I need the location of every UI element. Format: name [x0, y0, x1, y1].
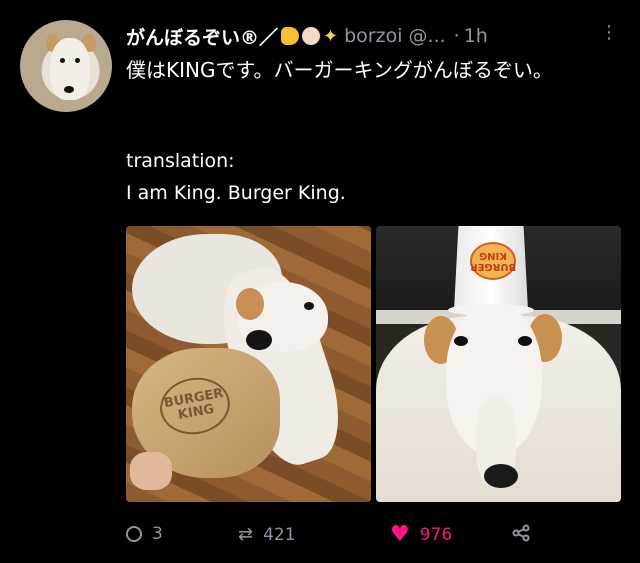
reply-count: 3 — [152, 524, 163, 544]
retweet-count: 421 — [263, 524, 296, 545]
retweet-icon: ⇄ — [238, 524, 254, 545]
like-button[interactable]: ♥ 976 — [390, 524, 452, 546]
more-icon[interactable]: ⋮ — [600, 22, 618, 43]
burger-king-logo: BURGER KING — [155, 372, 235, 440]
reply-button[interactable]: 3 — [126, 524, 163, 544]
tweet-image-left[interactable]: BURGER KING — [126, 226, 371, 502]
face-emoji — [302, 27, 321, 45]
avatar-nose — [64, 86, 74, 93]
sparkles-emoji: ✦ — [323, 25, 339, 47]
display-name[interactable]: がんぼるぞい® — [126, 23, 259, 50]
tweet-actions: 3 ⇄ 421 ♥ 976 — [126, 524, 624, 548]
paper-cup-brim — [448, 304, 534, 316]
avatar-eye — [75, 58, 80, 63]
burger-king-cup-logo: BURGER KING — [470, 242, 516, 280]
dog-nose — [246, 330, 272, 350]
timestamp[interactable]: 1h — [464, 25, 488, 47]
dog-eye — [454, 336, 468, 346]
dog-ear — [236, 288, 264, 320]
retweet-button[interactable]: ⇄ 421 — [238, 524, 296, 545]
heart-icon: ♥ — [390, 522, 410, 547]
tweet-image-right[interactable]: BURGER KING — [376, 226, 621, 502]
like-count: 976 — [419, 525, 453, 545]
share-icon — [512, 524, 530, 542]
reply-icon — [126, 526, 142, 542]
dog-nose — [484, 464, 518, 488]
translation-label: translation: — [126, 150, 235, 172]
dog-eye — [518, 336, 532, 346]
avatar[interactable] — [20, 20, 112, 112]
dog-eye — [304, 302, 314, 310]
share-button[interactable] — [512, 524, 540, 542]
translation-text: I am King. Burger King. — [126, 182, 346, 204]
separator-dot: · — [453, 25, 460, 47]
flexed-arm-emoji — [281, 27, 300, 45]
tweet-header: がんぼるぞい® ／ ✦ borzoi @... · 1h ⋮ — [126, 22, 622, 50]
tweet-text: 僕はKINGです。バーガーキングがんぼるぞい。 — [126, 58, 553, 82]
user-handle[interactable]: borzoi @... — [344, 25, 446, 47]
human-hand — [130, 452, 172, 490]
display-name-slash: ／ — [259, 26, 279, 49]
avatar-eye — [60, 58, 65, 63]
